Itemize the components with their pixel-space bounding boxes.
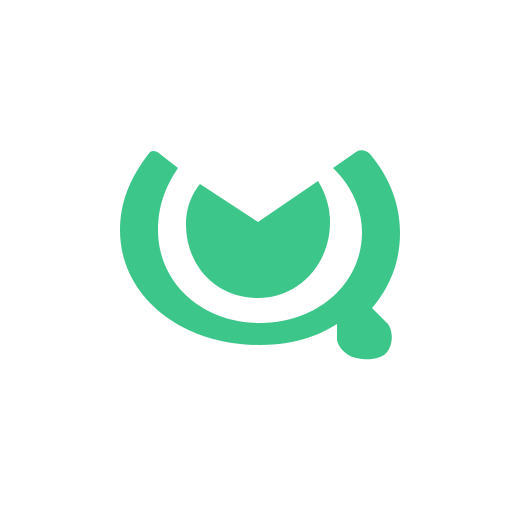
app-icon-canvas (0, 0, 512, 512)
mail-search-logo-icon (120, 150, 400, 360)
envelope-lens (186, 181, 330, 298)
